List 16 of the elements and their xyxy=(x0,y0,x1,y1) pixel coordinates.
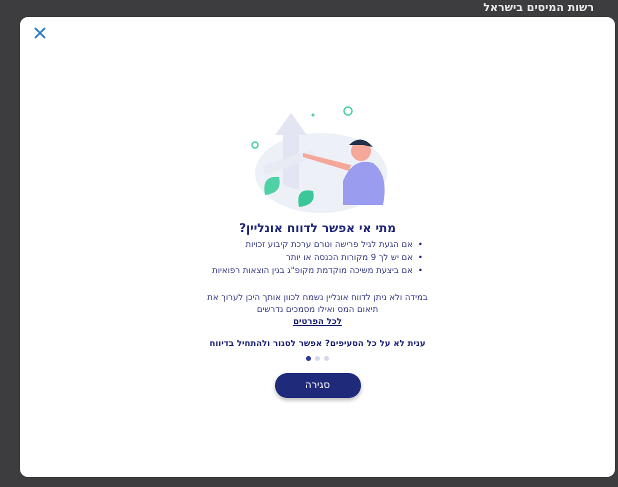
details-link[interactable]: לכל הפרטים xyxy=(293,317,342,327)
page-dot[interactable] xyxy=(306,356,311,361)
bullet-item: אם ביצעת משיכה מוקדמת מקופ"ג בגין הוצאות רפואיות xyxy=(212,265,413,278)
bullet-marker: • xyxy=(418,252,423,265)
site-title: רשות המיסים בישראל xyxy=(483,0,594,16)
info-paragraph: במידה ולא ניתן לדווח אונליין נשמח לכוון אותך היכן לערוך את תיאום המס ואילו מסמכים נדרשים xyxy=(206,292,429,316)
question-text: ענית לא על כל הסעיפים? אפשר לסגור ולהתחיל בדיווח xyxy=(210,339,426,349)
dialog-title: מתי אי אפשר לדווח אונליין? xyxy=(239,221,396,235)
bullet-marker: • xyxy=(418,265,423,278)
bullet-marker: • xyxy=(418,239,423,252)
close-button[interactable]: סגירה xyxy=(274,373,360,398)
bullet-item: אם הגעת לגיל פרישה וטרם ערכת קיבוע זכויות xyxy=(246,239,413,252)
page-dot[interactable] xyxy=(315,356,320,361)
page-dot[interactable] xyxy=(324,356,329,361)
bullet-item: אם יש לך 9 מקורות הכנסה או יותר xyxy=(286,252,413,265)
close-icon[interactable] xyxy=(32,25,48,41)
